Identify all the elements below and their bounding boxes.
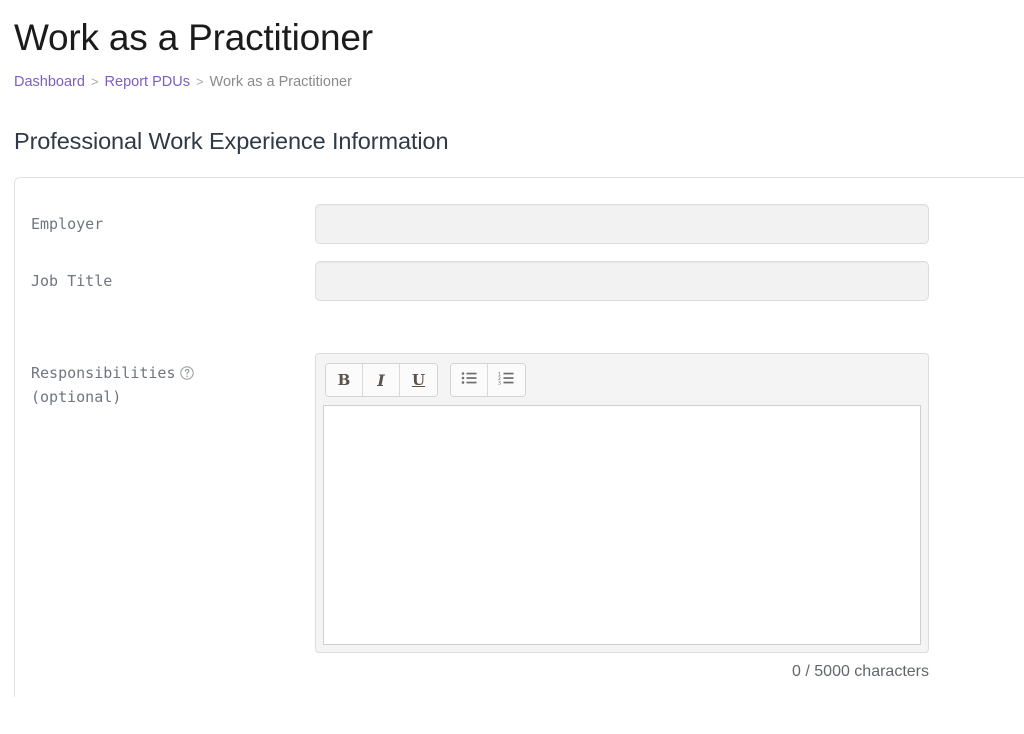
employer-input[interactable] [315,204,929,244]
form-row-responsibilities: Responsibilities (optional) B I U 1 2 3 … [15,353,1024,682]
breadcrumb-separator: > [195,74,204,89]
breadcrumb: Dashboard > Report PDUs > Work as a Practiti… [14,73,1024,91]
editor-toolbar: B I U 1 2 3 [323,361,921,405]
character-counter: 0 / 5000 characters [792,663,929,680]
breadcrumb-item-current: Work as a Practitioner [209,74,352,90]
numbered-list-icon: 1 2 3 [498,371,515,389]
breadcrumb-separator: > [90,74,99,89]
breadcrumb-item-dashboard[interactable]: Dashboard [14,74,85,90]
responsibilities-label-text: Responsibilities [31,364,176,382]
section-heading: Professional Work Experience Information [14,128,449,154]
job-title-label: Job Title [31,272,113,290]
underline-button[interactable]: U [400,364,437,396]
breadcrumb-item-report-pdus[interactable]: Report PDUs [105,74,190,90]
employer-label: Employer [31,215,104,233]
question-circle-icon[interactable] [179,364,194,386]
job-title-input[interactable] [315,261,929,301]
rich-text-editor: B I U 1 2 3 [315,353,929,653]
page-container: Work as a Practitioner Dashboard > Report … [0,0,1024,734]
bullet-list-button[interactable] [451,364,488,396]
text-format-group: B I U [325,363,438,397]
responsibilities-optional-label: (optional) [31,388,122,406]
form-card: Employer Job Title Responsibilities (opt… [14,177,1024,697]
bold-button[interactable]: B [326,364,363,396]
responsibilities-label: Responsibilities (optional) [31,353,315,408]
svg-text:3: 3 [498,380,501,385]
form-row-job-title: Job Title [15,261,1024,301]
responsibilities-textarea[interactable] [323,405,921,645]
list-format-group: 1 2 3 [450,363,526,397]
page-title: Work as a Practitioner [14,17,373,58]
employer-control [315,204,1024,244]
form-row-employer: Employer [15,204,1024,244]
italic-button[interactable]: I [363,364,400,396]
responsibilities-control: B I U 1 2 3 0 / 5000 characters [315,353,1024,682]
numbered-list-button[interactable]: 1 2 3 [488,364,525,396]
job-title-control [315,261,1024,301]
bullet-list-icon [461,371,478,389]
